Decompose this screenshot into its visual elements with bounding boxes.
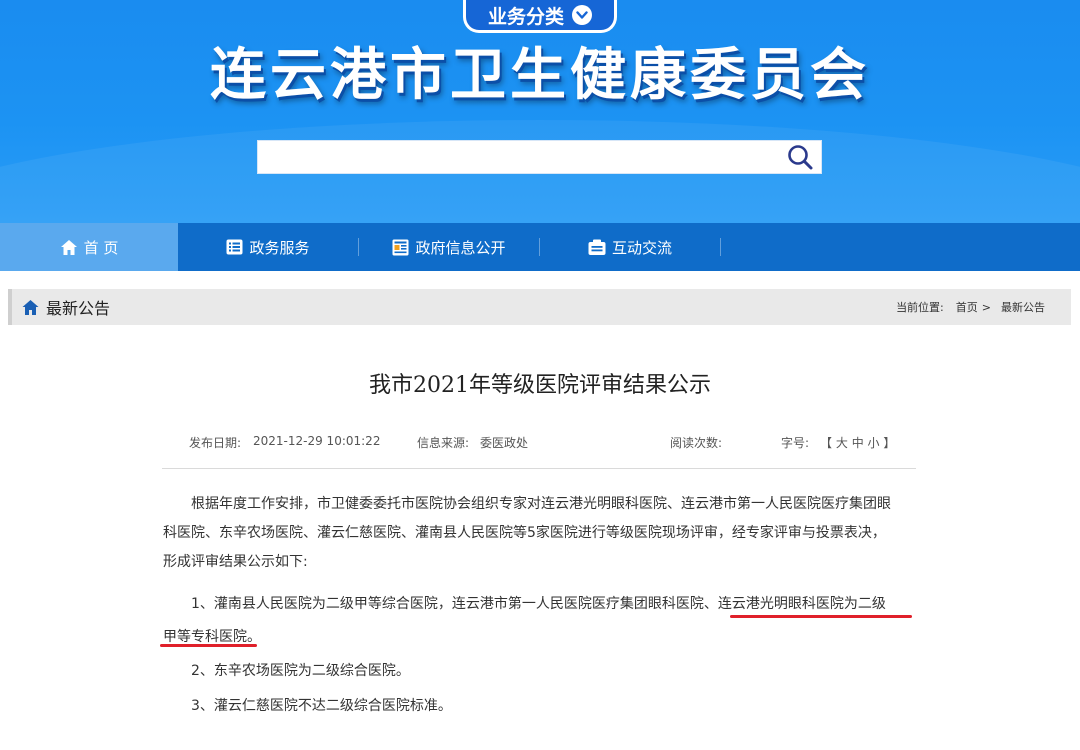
- search-bar: [257, 140, 822, 174]
- breadcrumb-separator: >: [981, 300, 991, 314]
- chat-icon: [588, 239, 606, 256]
- home-icon: [60, 239, 78, 256]
- nav-divider: [720, 238, 721, 256]
- nav-interaction-label: 互动交流: [611, 238, 672, 257]
- category-dropdown[interactable]: 业务分类: [463, 0, 617, 33]
- para-line: 3、灌云仁慈医院不达二级综合医院标准。: [191, 698, 452, 714]
- document-icon: [392, 239, 409, 256]
- search-input[interactable]: [258, 141, 779, 173]
- font-size-medium[interactable]: 中: [852, 436, 864, 450]
- source-label: 信息来源:: [417, 436, 470, 450]
- article-paragraph-intro: 根据年度工作安排，市卫健委委托市医院协会组织专家对连云港光明眼科医院、连云港市第…: [163, 490, 917, 577]
- views-label: 阅读次数:: [670, 436, 723, 450]
- nav-info-label: 政府信息公开: [415, 238, 506, 257]
- search-icon: [788, 145, 813, 170]
- section-title: 最新公告: [46, 299, 111, 318]
- para-line: 甲等专科医院。: [163, 629, 261, 645]
- font-size-small[interactable]: 小: [868, 436, 880, 450]
- breadcrumb-home-link[interactable]: 首页: [956, 299, 978, 315]
- nav-services-label: 政务服务: [249, 238, 310, 257]
- nav-home-label: 首 页: [83, 238, 119, 257]
- meta-divider: [162, 468, 916, 469]
- home-icon: [21, 299, 40, 316]
- site-title: 连云港市卫生健康委员会: [210, 43, 870, 108]
- nav-info-disclosure[interactable]: 政府信息公开: [359, 223, 539, 271]
- list-icon: [226, 239, 243, 255]
- breadcrumb: 当前位置: 首页 > 最新公告: [896, 289, 1045, 325]
- highlight-underline: [730, 615, 912, 618]
- article-paragraph-result-1: 1、灌南县人民医院为二级甲等综合医院，连云港市第一人民医院医疗集团眼科医院、连云…: [163, 590, 917, 652]
- nav-home[interactable]: 首 页: [0, 223, 178, 271]
- para-line: 2、东辛农场医院为二级综合医院。: [191, 663, 410, 679]
- para-line: 形成评审结果公示如下:: [163, 554, 308, 570]
- article-paragraph-result-3: 3、灌云仁慈医院不达二级综合医院标准。: [163, 692, 917, 721]
- article-meta: 发布日期: 2021-12-29 10:01:22 信息来源: 委医政处 阅读次…: [189, 434, 895, 452]
- site-header: 业务分类 连云港市卫生健康委员会: [0, 0, 1080, 223]
- para-line: 根据年度工作安排，市卫健委委托市医院协会组织专家对连云港光明眼科医院、连云港市第…: [191, 496, 891, 512]
- article-title: 我市2021年等级医院评审结果公示: [369, 373, 711, 398]
- source-value: 委医政处: [480, 436, 529, 450]
- nav-interaction[interactable]: 互动交流: [540, 223, 720, 271]
- publish-date-label: 发布日期:: [189, 436, 242, 450]
- highlight-underline: [160, 644, 257, 647]
- para-line: 科医院、东辛农场医院、灌云仁慈医院、灌南县人民医院等5家医院进行等级医院现场评审…: [163, 525, 886, 541]
- nav-government-services[interactable]: 政务服务: [178, 223, 358, 271]
- font-size-label: 字号:: [781, 436, 810, 450]
- search-button[interactable]: [779, 141, 821, 173]
- article-paragraph-result-2: 2、东辛农场医院为二级综合医院。: [163, 657, 917, 686]
- main-nav: 首 页 政务服务 政府信息公开 互动交流: [0, 223, 1080, 271]
- para-line: 1、灌南县人民医院为二级甲等综合医院，连云港市第一人民医院医疗集团眼科医院、连云…: [191, 596, 886, 612]
- publish-date: 2021-12-29 10:01:22: [253, 434, 381, 448]
- category-label: 业务分类: [487, 5, 564, 28]
- font-size-large[interactable]: 大: [836, 436, 848, 450]
- breadcrumb-current-link[interactable]: 最新公告: [1001, 299, 1045, 315]
- section-header: 最新公告 当前位置: 首页 > 最新公告: [8, 289, 1071, 325]
- font-size-controls: 【 大 中 小 】: [820, 436, 896, 450]
- breadcrumb-label: 当前位置:: [896, 301, 944, 314]
- chevron-down-icon: [572, 5, 592, 25]
